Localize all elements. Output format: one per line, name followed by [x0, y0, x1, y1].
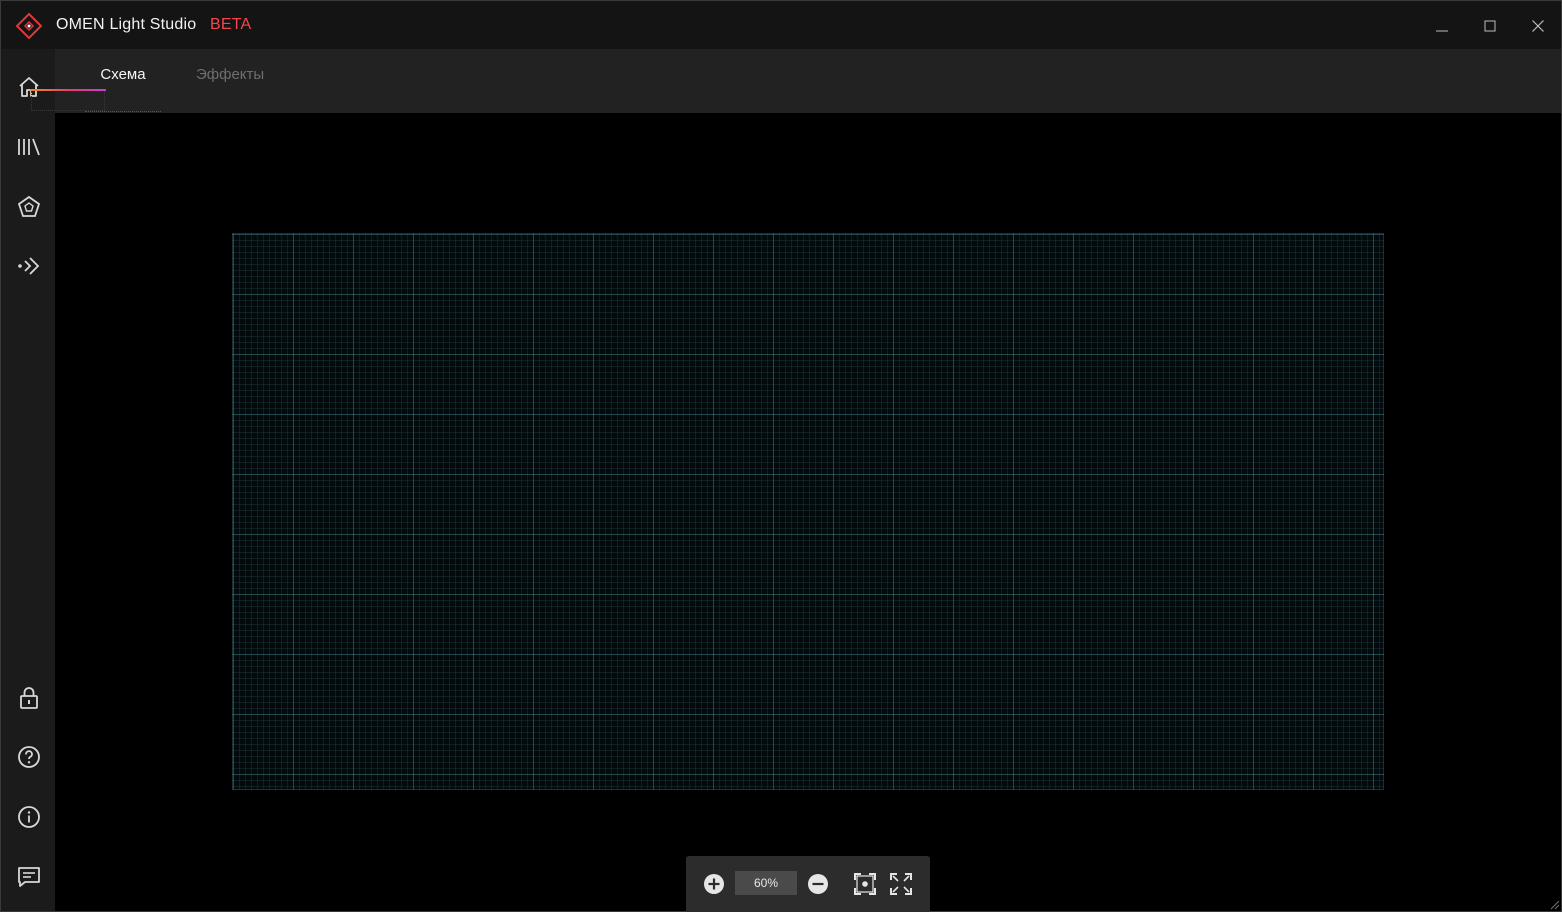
minimize-button[interactable]	[1429, 13, 1455, 39]
tab-effects-label: Эффекты	[196, 66, 265, 83]
fit-to-screen-icon	[854, 873, 876, 895]
omen-logo-icon	[15, 12, 43, 40]
sidebar-item-feedback[interactable]	[15, 863, 43, 891]
app-title: OMEN Light Studio	[56, 16, 197, 33]
zoom-in-icon	[704, 874, 724, 894]
title-bar: OMEN Light Studio BETA	[0, 0, 1562, 49]
close-icon	[1532, 20, 1544, 32]
zoom-out-button[interactable]	[806, 872, 830, 896]
zoom-out-icon	[808, 874, 828, 894]
expand-button[interactable]	[889, 872, 913, 896]
sidebar-item-info[interactable]	[15, 803, 43, 831]
feedback-icon	[18, 867, 40, 887]
sidebar-item-help[interactable]	[15, 743, 43, 771]
zoom-level-display[interactable]: 60%	[735, 871, 797, 895]
lock-icon	[20, 687, 38, 709]
sync-signal-icon	[18, 257, 40, 275]
sidebar-item-omen[interactable]	[15, 193, 43, 221]
help-icon	[18, 746, 40, 768]
tab-bar: Схема Эффекты	[55, 49, 1562, 113]
zoom-toolbar: 60%	[686, 856, 930, 912]
layout-grid[interactable]	[232, 233, 1384, 790]
resize-grip-icon[interactable]	[1548, 898, 1560, 910]
maximize-button[interactable]	[1477, 13, 1503, 39]
maximize-icon	[1484, 20, 1496, 32]
omen-pentagon-icon	[17, 195, 41, 217]
sidebar-item-sync[interactable]	[15, 252, 43, 280]
info-icon	[18, 806, 40, 828]
close-button[interactable]	[1525, 13, 1551, 39]
tab-effects[interactable]: Эффекты	[196, 66, 264, 83]
expand-icon	[890, 873, 912, 895]
sidebar-item-library[interactable]	[15, 133, 43, 161]
zoom-in-button[interactable]	[702, 872, 726, 896]
tab-focus-outline	[31, 91, 105, 111]
beta-badge: BETA	[210, 16, 252, 33]
fit-to-screen-button[interactable]	[853, 872, 877, 896]
library-icon	[18, 138, 40, 156]
sidebar	[0, 49, 55, 912]
tab-scheme-label: Схема	[100, 66, 146, 83]
sidebar-item-lock[interactable]	[15, 684, 43, 712]
minimize-icon	[1436, 30, 1448, 32]
